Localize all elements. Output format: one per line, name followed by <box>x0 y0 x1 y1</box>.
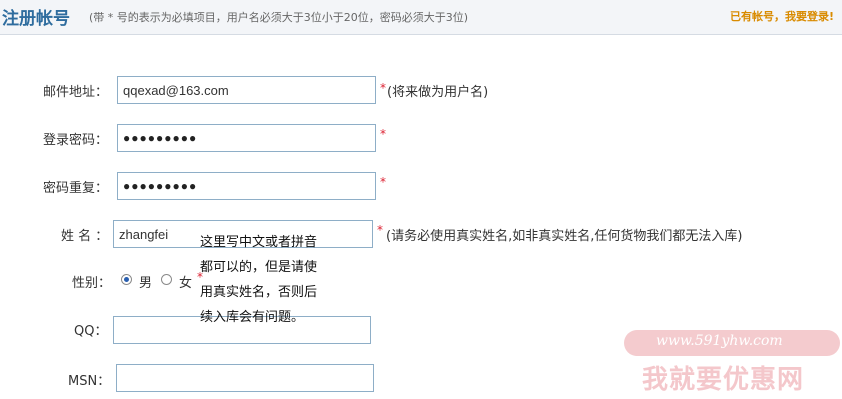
password-confirm-required-mark: * <box>380 175 386 189</box>
msn-field[interactable] <box>116 364 374 392</box>
msn-label: MSN： <box>68 374 111 389</box>
email-note: (将来做为用户名) <box>387 85 489 100</box>
tooltip-line: 这里写中文或者拼音 <box>200 235 318 250</box>
gender-option-female: 女 <box>179 276 193 291</box>
password-field[interactable]: ●●●●●●●●● <box>117 124 376 152</box>
email-label: 邮件地址： <box>43 85 109 100</box>
password-label: 登录密码： <box>43 133 109 148</box>
gender-radio-female[interactable] <box>161 274 172 285</box>
email-field[interactable] <box>117 76 376 104</box>
tooltip-line: 续入库会有问题。 <box>200 310 305 325</box>
qq-label: QQ： <box>74 324 108 339</box>
page-title: 注册帐号 <box>2 9 70 29</box>
tooltip-line: 都可以的，但是请使 <box>200 260 318 275</box>
name-required-mark: * <box>377 223 383 237</box>
email-required-mark: * <box>380 81 386 95</box>
name-note: (请务必使用真实姓名,如非真实姓名,任何货物我们都无法入库) <box>386 229 743 244</box>
name-label: 姓 名 ： <box>61 229 109 244</box>
password-required-mark: * <box>380 127 386 141</box>
name-tooltip: 这里写中文或者拼音 都可以的，但是请使 用真实姓名，否则后 续入库会有问题。 <box>200 230 344 330</box>
gender-option-male: 男 <box>139 276 153 291</box>
tooltip-line: 用真实姓名，否则后 <box>200 285 318 300</box>
form-hint: (带 * 号的表示为必填项目，用户名必须大于3位小于20位，密码必须大于3位) <box>89 11 469 24</box>
gender-label: 性别： <box>72 276 112 291</box>
watermark-text: 我就要优惠网 <box>642 365 805 395</box>
gender-radio-male[interactable] <box>121 274 132 285</box>
password-confirm-field[interactable]: ●●●●●●●●● <box>117 172 376 200</box>
watermark-url: www.591yhw.com <box>656 333 783 349</box>
password-confirm-label: 密码重复： <box>43 181 109 196</box>
header-bar: 注册帐号 (带 * 号的表示为必填项目，用户名必须大于3位小于20位，密码必须大… <box>0 0 842 35</box>
login-link[interactable]: 已有帐号，我要登录! <box>730 8 834 24</box>
